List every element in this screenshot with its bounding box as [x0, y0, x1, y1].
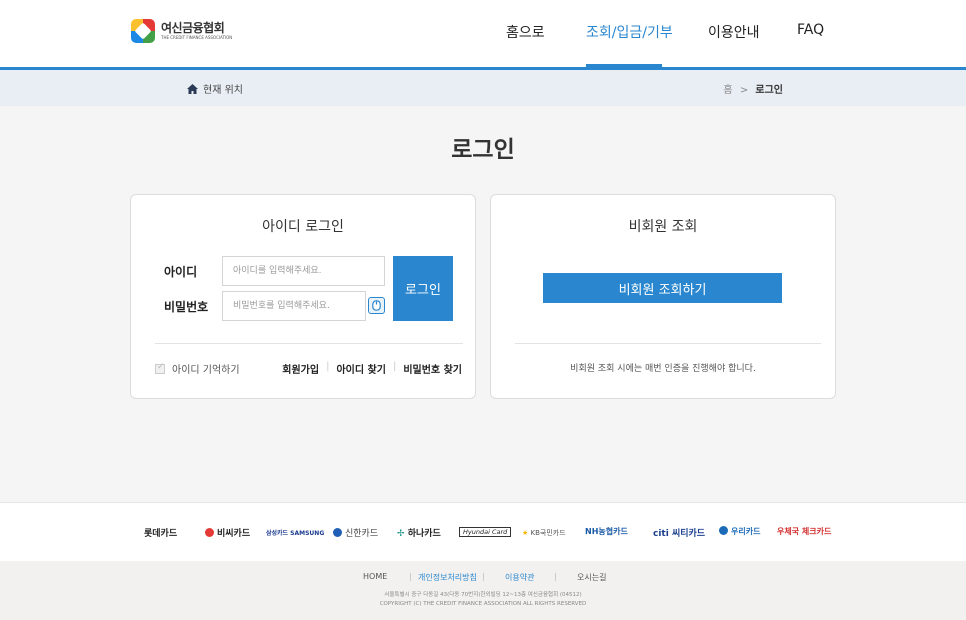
logo-subtext: THE CREDIT FINANCE ASSOCIATION [161, 34, 233, 40]
partner-shinhan[interactable]: 신한카드 [333, 526, 378, 539]
breadcrumb-current: 로그인 [755, 85, 783, 96]
bc-logo-icon [205, 528, 214, 537]
partner-kb[interactable]: ★ KB국민카드 [522, 528, 566, 538]
partner-bc[interactable]: 비씨카드 [205, 526, 250, 539]
nav-home[interactable]: 홈으로 [506, 22, 545, 42]
guest-inquiry-button[interactable]: 비회원 조회하기 [543, 273, 782, 303]
footer-copyright: COPYRIGHT (C) THE CREDIT FINANCE ASSOCIA… [379, 601, 587, 607]
panel-divider [515, 343, 821, 344]
page-title: 로그인 [451, 137, 515, 163]
logo-text: 여신금융협회 [161, 20, 225, 35]
breadcrumb-separator: > [739, 85, 749, 96]
link-separator: | [392, 361, 397, 372]
partner-samsung[interactable]: 삼성카드 SAMSUNG [266, 528, 324, 537]
breadcrumb-home[interactable]: 홈 [723, 85, 732, 96]
footer-privacy-link[interactable]: 개인정보처리방침 [418, 572, 477, 583]
footer-address: 서울특별시 중구 다동길 43(다동 70번지)한외빌딩 12~13층 여신금융… [0, 591, 966, 609]
breadcrumb: 홈 > 로그인 [723, 81, 783, 96]
password-label: 비밀번호 [164, 300, 209, 314]
footer-home-link[interactable]: HOME [363, 572, 387, 581]
nav-guide[interactable]: 이용안내 [708, 22, 760, 42]
partner-card-strip: 롯데카드 비씨카드 삼성카드 SAMSUNG 신한카드 ✢ 하나카드 Hyund… [0, 502, 966, 561]
site-header: 여신금융협회 THE CREDIT FINANCE ASSOCIATION 홈으… [0, 0, 966, 70]
woori-logo-icon [719, 526, 728, 535]
hana-logo-icon: ✢ [397, 529, 408, 539]
kb-logo-icon: ★ [522, 529, 531, 537]
id-label: 아이디 [164, 265, 198, 279]
mouse-icon [372, 300, 381, 311]
partner-post[interactable]: 우체국 체크카드 [777, 526, 831, 537]
partner-lotte[interactable]: 롯데카드 [144, 526, 177, 539]
footer-directions-link[interactable]: 오시는길 [577, 572, 606, 583]
guest-inquiry-note: 비회원 조회 시에는 매번 인증을 진행해야 합니다. [570, 364, 756, 374]
nav-faq[interactable]: FAQ [797, 22, 824, 38]
remember-id-label: 아이디 기억하기 [172, 365, 240, 376]
find-password-link[interactable]: 비밀번호 찾기 [403, 361, 462, 376]
location-label: 현재 위치 [203, 85, 243, 96]
current-location: 현재 위치 [187, 81, 243, 96]
find-id-link[interactable]: 아이디 찾기 [336, 361, 385, 376]
nav-inquiry[interactable]: 조회/입금/기부 [586, 22, 673, 42]
breadcrumb-bar: 현재 위치 홈 > 로그인 [0, 70, 966, 106]
link-separator: | [326, 361, 330, 372]
shinhan-logo-icon [333, 528, 342, 537]
partner-hyundai[interactable]: Hyundai Card [459, 527, 512, 537]
password-input[interactable] [222, 291, 366, 321]
partner-woori[interactable]: 우리카드 [719, 526, 760, 537]
site-logo[interactable]: 여신금융협회 THE CREDIT FINANCE ASSOCIATION [131, 19, 232, 43]
id-login-panel: 아이디 로그인 아이디 비밀번호 로그인 아이디 기억하기 회원가입 | 아이디… [130, 194, 476, 399]
site-footer: HOME | 개인정보처리방침 | 이용약관 | 오시는길 서울특별시 중구 다… [0, 561, 966, 620]
id-login-title: 아이디 로그인 [262, 219, 344, 235]
remember-id[interactable]: 아이디 기억하기 [155, 361, 240, 376]
account-links: 회원가입 | 아이디 찾기 | 비밀번호 찾기 [282, 361, 462, 376]
signup-link[interactable]: 회원가입 [282, 361, 319, 376]
footer-terms-link[interactable]: 이용약관 [505, 572, 534, 583]
virtual-keypad-button[interactable] [368, 297, 385, 314]
partner-hana[interactable]: ✢ 하나카드 [397, 526, 441, 539]
id-input[interactable] [222, 256, 385, 286]
guest-inquiry-title: 비회원 조회 [628, 219, 698, 235]
login-button[interactable]: 로그인 [393, 256, 453, 321]
partner-nh[interactable]: NH농협카드 [585, 526, 628, 537]
panel-divider [155, 343, 463, 344]
partner-citi[interactable]: citi 씨티카드 [653, 526, 705, 539]
home-icon [187, 83, 198, 94]
guest-inquiry-panel: 비회원 조회 비회원 조회하기 비회원 조회 시에는 매번 인증을 진행해야 합… [490, 194, 836, 399]
logo-mark-icon [131, 19, 155, 43]
remember-id-checkbox[interactable] [155, 362, 165, 374]
nav-active-indicator [586, 64, 662, 67]
